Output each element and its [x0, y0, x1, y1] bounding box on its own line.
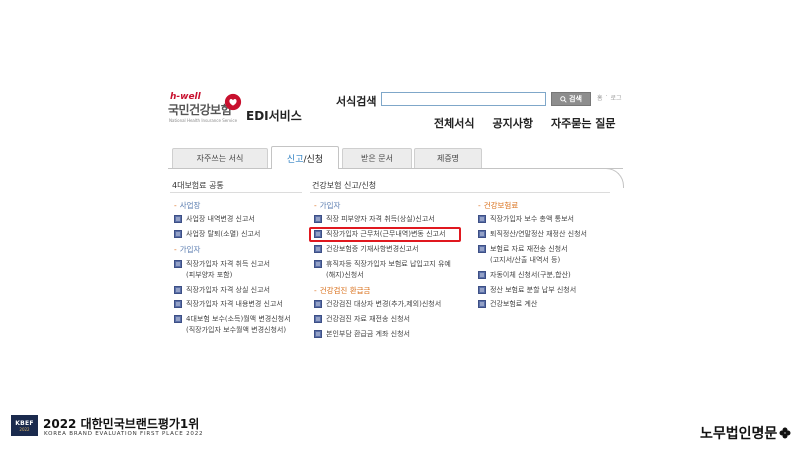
- document-icon: [174, 300, 182, 308]
- form-link[interactable]: 휴직자등 직장가입자 보험료 납입고지 유예 (해지)신청서: [314, 259, 451, 281]
- document-icon: [174, 215, 182, 223]
- search-input[interactable]: [381, 92, 546, 106]
- document-icon: [314, 330, 322, 338]
- document-icon: [174, 315, 182, 323]
- kbef-badge-code: KBEF: [15, 419, 34, 427]
- document-icon: [174, 286, 182, 294]
- utility-links: 홈 · 로그: [597, 93, 622, 102]
- form-link[interactable]: 퇴직정산/연말정산 재정산 신청서: [478, 229, 587, 240]
- section-health-checkup-refund: - 건강검진 환급금: [314, 286, 371, 295]
- search-icon: [560, 95, 567, 103]
- document-icon: [478, 286, 486, 294]
- document-icon: [478, 300, 486, 308]
- search-button-label: 검색: [569, 95, 582, 103]
- nhis-name: 국민건강보험: [168, 103, 232, 117]
- col-head-common: 4대보험료 공통: [172, 181, 224, 190]
- nhis-english-name: National Health Insurance Service: [169, 118, 238, 123]
- form-link[interactable]: 건강보험증 기재사항변경신고서: [314, 244, 418, 255]
- form-link[interactable]: 본인부담 환급금 계좌 신청서: [314, 329, 410, 340]
- highlight-box: [309, 227, 461, 242]
- document-icon: [314, 260, 322, 268]
- form-link[interactable]: 보험료 자료 재전송 신청서 (고지서/산출 내역서 등): [478, 244, 568, 266]
- form-link[interactable]: 직장가입자 보수 총액 통보서: [478, 214, 574, 225]
- firm-name: 노무법인명문: [700, 426, 778, 442]
- col-head-health: 건강보험 신고/신청: [312, 181, 377, 190]
- divider: [310, 192, 610, 193]
- nhis-logo[interactable]: h-well 국민건강보험 National Health Insurance …: [168, 92, 318, 132]
- section-workplace: - 사업장: [174, 201, 201, 210]
- document-icon: [314, 215, 322, 223]
- kbef-badge: KBEF 2022: [11, 415, 38, 436]
- edi-service-title: EDI서비스: [246, 109, 302, 123]
- search-label: 서식검색: [336, 95, 377, 108]
- form-link[interactable]: 건강검진 대상자 변경(추가,제외)신청서: [314, 299, 441, 310]
- section-subscriber: - 가입자: [314, 201, 341, 210]
- divider: [170, 192, 302, 193]
- document-icon: [314, 315, 322, 323]
- document-icon: [478, 245, 486, 253]
- tab-report-apply[interactable]: 신고/신청: [271, 146, 339, 169]
- form-link[interactable]: 사업장 탈퇴(소멸) 신고서: [174, 229, 260, 240]
- nav-all-forms[interactable]: 전체서식: [434, 115, 474, 131]
- tab-report-label: 신고: [286, 154, 304, 165]
- document-icon: [478, 215, 486, 223]
- util-link-login[interactable]: 로그: [610, 93, 621, 102]
- award-subtitle: KOREA BRAND EVALUATION FIRST PLACE 2022: [44, 431, 204, 437]
- form-link[interactable]: 직장가입자 자격 내용변경 신고서: [174, 299, 283, 310]
- clover-icon: [779, 427, 791, 439]
- form-link[interactable]: 자동이체 신청서(구분,합산): [478, 270, 571, 281]
- nav-faq[interactable]: 자주묻는 질문: [551, 115, 616, 131]
- tab-received-docs[interactable]: 받은 문서: [342, 148, 412, 168]
- form-link[interactable]: 정산 보험료 분할 납부 신청서: [478, 285, 576, 296]
- section-subscriber: - 가입자: [174, 245, 201, 254]
- form-link[interactable]: 건강검진 자료 재전송 신청서: [314, 314, 410, 325]
- document-icon: [478, 271, 486, 279]
- document-icon: [174, 260, 182, 268]
- form-link[interactable]: 4대보험 보수(소득)월액 변경신청서 (직장가입자 보수월액 변경신청서): [174, 314, 291, 336]
- document-icon: [314, 300, 322, 308]
- form-link[interactable]: 직장 피부양자 자격 취득(상실)신고서: [314, 214, 435, 225]
- form-link[interactable]: 직장가입자 자격 상실 신고서: [174, 285, 270, 296]
- top-nav: 전체서식 공지사항 자주묻는 질문: [434, 115, 616, 131]
- document-icon: [478, 230, 486, 238]
- tab-certificates[interactable]: 제증명: [414, 148, 482, 168]
- tab-frequent-forms[interactable]: 자주쓰는 서식: [172, 148, 268, 168]
- section-health-premium: - 건강보험료: [478, 201, 519, 210]
- nhis-heart-icon: [224, 93, 242, 111]
- award-title: 2022 대한민국브랜드평가1위: [43, 417, 200, 431]
- form-link[interactable]: 직장가입자 자격 취득 신고서 (피부양자 포함): [174, 259, 270, 281]
- form-link[interactable]: 건강보험료 계산: [478, 299, 537, 310]
- firm-logo: 노무법인명문: [700, 423, 791, 443]
- search-button[interactable]: 검색: [551, 92, 591, 106]
- kbef-badge-year: 2022: [19, 426, 30, 432]
- document-icon: [174, 230, 182, 238]
- form-link[interactable]: 사업장 내역변경 신고서: [174, 214, 255, 225]
- nav-notices[interactable]: 공지사항: [492, 115, 532, 131]
- tab-apply-label: /신청: [303, 154, 324, 165]
- document-icon: [314, 245, 322, 253]
- util-link-home[interactable]: 홈: [597, 93, 603, 102]
